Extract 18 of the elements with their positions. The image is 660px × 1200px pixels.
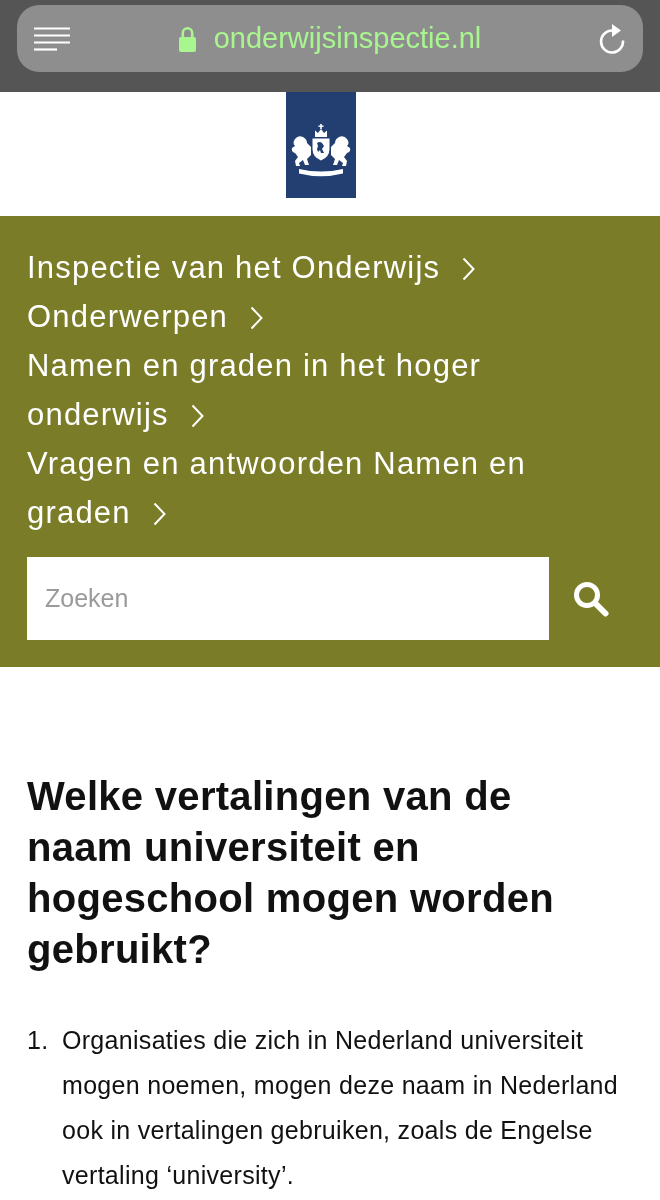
search-field[interactable]: Zoeken <box>27 557 549 640</box>
answer-text: Organisaties die zich in Nederland universiteit mogen noemen, mogen deze naam in Nederland ook in vertalingen gebruiken, zoals de Engelse vertaling ‘university’. <box>62 1025 619 1191</box>
url-text: onderwijsinspectie.nl <box>213 22 482 55</box>
breadcrumb-link[interactable]: Onderwerpen <box>27 292 264 341</box>
list-number: 1. <box>27 1025 50 1056</box>
chevron-right-icon <box>250 306 264 330</box>
breadcrumb-link[interactable]: Namen en graden in het hoger onderwijs <box>27 341 533 439</box>
chevron-right-icon <box>152 502 166 526</box>
search-icon <box>573 580 609 617</box>
page-heading: Welke vertalingen van de naam universiteit en hogeschool mogen worden gebruikt? <box>27 773 555 973</box>
menu-icon[interactable] <box>34 26 70 51</box>
breadcrumb-link[interactable]: Inspectie van het Onderwijs <box>27 243 476 292</box>
chevron-right-icon <box>462 257 476 281</box>
reload-icon[interactable] <box>598 23 626 54</box>
lock-icon <box>178 25 196 52</box>
chevron-right-icon <box>190 404 204 428</box>
address-bar[interactable]: onderwijsinspectie.nl <box>17 5 643 72</box>
breadcrumb-link[interactable]: Vragen en antwoorden Namen en graden <box>27 439 533 537</box>
